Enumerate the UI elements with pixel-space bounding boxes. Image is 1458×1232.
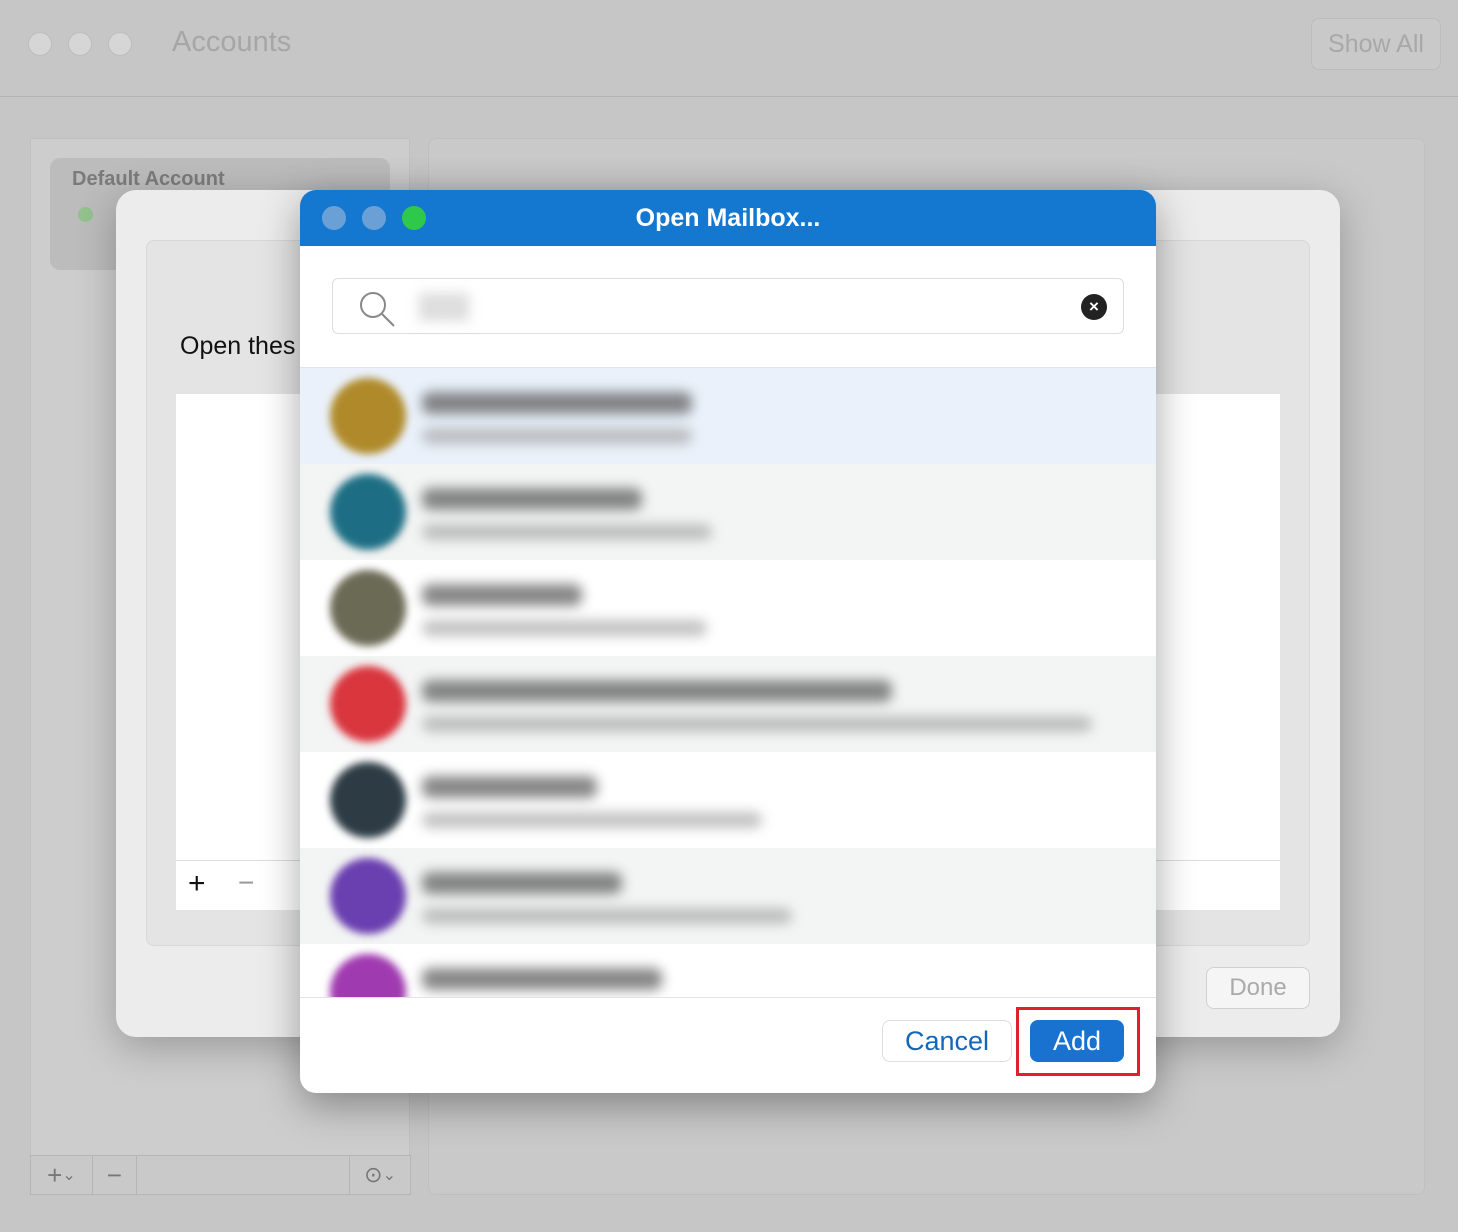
contact-name-redacted bbox=[422, 392, 692, 414]
minimize-window-button[interactable] bbox=[68, 32, 92, 56]
list-item[interactable] bbox=[300, 560, 1156, 656]
contact-name-redacted bbox=[422, 968, 662, 990]
list-item[interactable] bbox=[300, 752, 1156, 848]
plus-icon[interactable]: + bbox=[188, 867, 206, 901]
contact-email-redacted bbox=[422, 716, 1092, 732]
divider bbox=[0, 96, 1458, 97]
open-mailbox-dialog: Open Mailbox... × Cancel Add bbox=[300, 190, 1156, 1093]
done-button[interactable]: Done bbox=[1206, 967, 1310, 1009]
close-window-button[interactable] bbox=[28, 32, 52, 56]
show-all-button[interactable]: Show All bbox=[1311, 18, 1441, 70]
list-item[interactable] bbox=[300, 848, 1156, 944]
contact-email-redacted bbox=[422, 428, 692, 444]
dialog-title: Open Mailbox... bbox=[635, 203, 821, 232]
ellipsis-circle-icon: ⊙ bbox=[364, 1162, 383, 1187]
list-item[interactable] bbox=[300, 656, 1156, 752]
contact-email-redacted bbox=[422, 524, 712, 540]
cancel-button[interactable]: Cancel bbox=[882, 1020, 1012, 1062]
contact-name-redacted bbox=[422, 584, 582, 606]
avatar bbox=[330, 762, 406, 838]
toolbar-spacer bbox=[137, 1156, 351, 1194]
more-options-button[interactable]: ⊙ ⌄ bbox=[350, 1156, 410, 1194]
search-query-redacted bbox=[419, 293, 469, 321]
avatar bbox=[330, 474, 406, 550]
search-icon bbox=[360, 292, 395, 327]
avatar bbox=[330, 954, 406, 997]
avatar bbox=[330, 378, 406, 454]
contact-name-redacted bbox=[422, 872, 622, 894]
contact-email-redacted bbox=[422, 812, 762, 828]
list-item[interactable] bbox=[300, 368, 1156, 464]
sheet-prompt: Open thes bbox=[180, 332, 296, 360]
contact-email-redacted bbox=[422, 908, 792, 924]
contact-email-redacted bbox=[422, 620, 707, 636]
remove-account-button[interactable]: − bbox=[93, 1156, 137, 1194]
sidebar-toolbar: + ⌄ − ⊙ ⌄ bbox=[30, 1155, 411, 1195]
search-input[interactable]: × bbox=[332, 278, 1124, 334]
minus-icon[interactable]: − bbox=[238, 867, 254, 899]
avatar bbox=[330, 858, 406, 934]
avatar bbox=[330, 666, 406, 742]
list-item[interactable] bbox=[300, 944, 1156, 997]
results-list[interactable] bbox=[300, 367, 1156, 998]
window-title: Accounts bbox=[172, 26, 292, 58]
clear-icon[interactable]: × bbox=[1081, 294, 1107, 320]
list-item[interactable] bbox=[300, 464, 1156, 560]
highlight-box bbox=[1016, 1007, 1140, 1076]
add-account-button[interactable]: + ⌄ bbox=[31, 1156, 93, 1194]
contact-name-redacted bbox=[422, 488, 642, 510]
contact-name-redacted bbox=[422, 776, 597, 798]
zoom-window-button[interactable] bbox=[108, 32, 132, 56]
contact-name-redacted bbox=[422, 680, 892, 702]
avatar bbox=[330, 570, 406, 646]
default-account-label: Default Account bbox=[72, 168, 225, 190]
status-dot-icon bbox=[78, 207, 93, 222]
